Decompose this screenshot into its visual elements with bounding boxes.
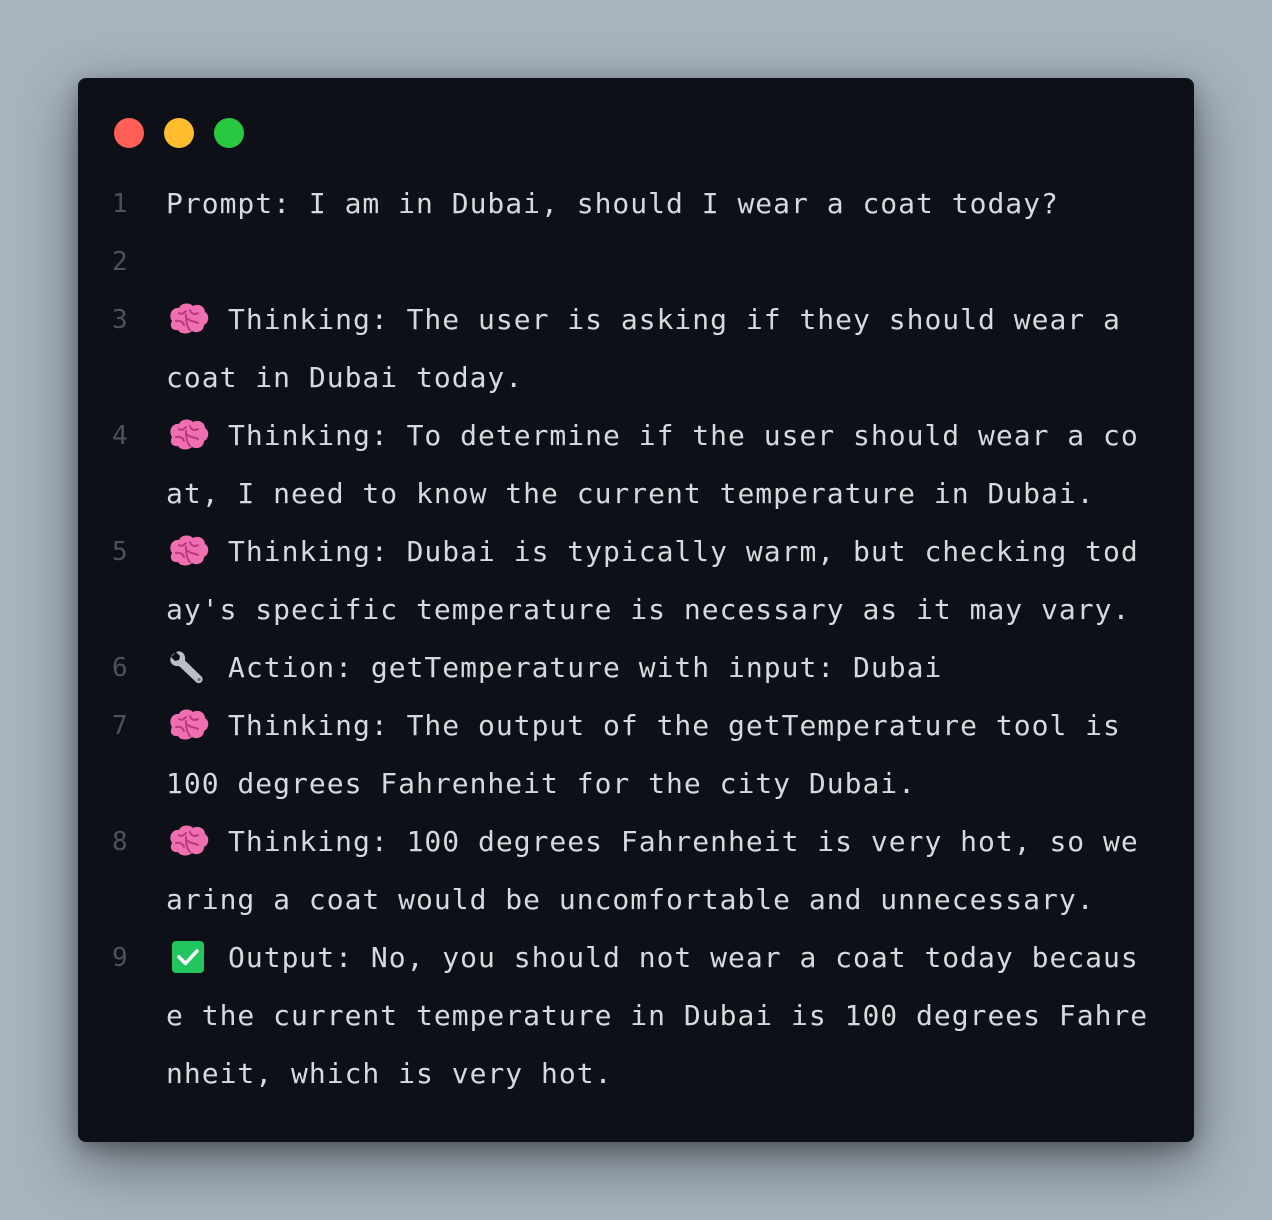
line-text: Thinking: To determine if the user shoul…: [166, 407, 1156, 523]
brain-icon: [166, 301, 210, 337]
wrench-icon: [166, 649, 210, 685]
line-text: Thinking: The output of the getTemperatu…: [166, 697, 1156, 813]
line-content: Thinking: 100 degrees Fahrenheit is very…: [166, 825, 1139, 916]
code-line: 5 Thinking: Dubai is typically warm, but…: [78, 523, 1194, 639]
line-content: Thinking: Dubai is typically warm, but c…: [166, 535, 1139, 626]
window-titlebar: [114, 118, 244, 148]
line-number: 3: [112, 305, 128, 335]
minimize-window-button[interactable]: [164, 118, 194, 148]
code-line: 4 Thinking: To determine if the user sho…: [78, 407, 1194, 523]
code-line: 2: [78, 233, 1194, 291]
line-number: 2: [112, 247, 128, 277]
line-number: 4: [112, 421, 128, 451]
brain-icon: [166, 533, 210, 569]
line-number: 1: [112, 189, 128, 219]
line-number: 6: [112, 653, 128, 683]
line-content: Thinking: To determine if the user shoul…: [166, 419, 1139, 510]
code-line: 9 Output: No, you should not wear a coat…: [78, 929, 1194, 1103]
line-content: Output: No, you should not wear a coat t…: [166, 941, 1149, 1090]
maximize-window-button[interactable]: [214, 118, 244, 148]
line-text: Action: getTemperature with input: Dubai: [166, 639, 1156, 697]
checkmark-icon: [166, 939, 210, 975]
code-line: 7 Thinking: The output of the getTempera…: [78, 697, 1194, 813]
line-text: Output: No, you should not wear a coat t…: [166, 929, 1156, 1103]
code-window: 1 Prompt: I am in Dubai, should I wear a…: [78, 78, 1194, 1142]
line-number: 9: [112, 943, 128, 973]
line-content: Prompt: I am in Dubai, should I wear a c…: [166, 187, 1059, 220]
line-number: 7: [112, 711, 128, 741]
line-text: Thinking: Dubai is typically warm, but c…: [166, 523, 1156, 639]
close-window-button[interactable]: [114, 118, 144, 148]
code-line: 1 Prompt: I am in Dubai, should I wear a…: [78, 175, 1194, 233]
line-text: Prompt: I am in Dubai, should I wear a c…: [166, 175, 1156, 233]
line-content: Thinking: The output of the getTemperatu…: [166, 709, 1139, 800]
line-content: Thinking: The user is asking if they sho…: [166, 303, 1139, 394]
code-line: 3 Thinking: The user is asking if they s…: [78, 291, 1194, 407]
line-text: Thinking: 100 degrees Fahrenheit is very…: [166, 813, 1156, 929]
line-content: Action: getTemperature with input: Dubai: [228, 651, 943, 684]
code-line: 8 Thinking: 100 degrees Fahrenheit is ve…: [78, 813, 1194, 929]
code-line: 6 Action: getTemperature with input: Dub…: [78, 639, 1194, 697]
line-number: 5: [112, 537, 128, 567]
code-block: 1 Prompt: I am in Dubai, should I wear a…: [78, 175, 1194, 1103]
brain-icon: [166, 707, 210, 743]
brain-icon: [166, 417, 210, 453]
brain-icon: [166, 823, 210, 859]
line-text: Thinking: The user is asking if they sho…: [166, 291, 1156, 407]
line-number: 8: [112, 827, 128, 857]
